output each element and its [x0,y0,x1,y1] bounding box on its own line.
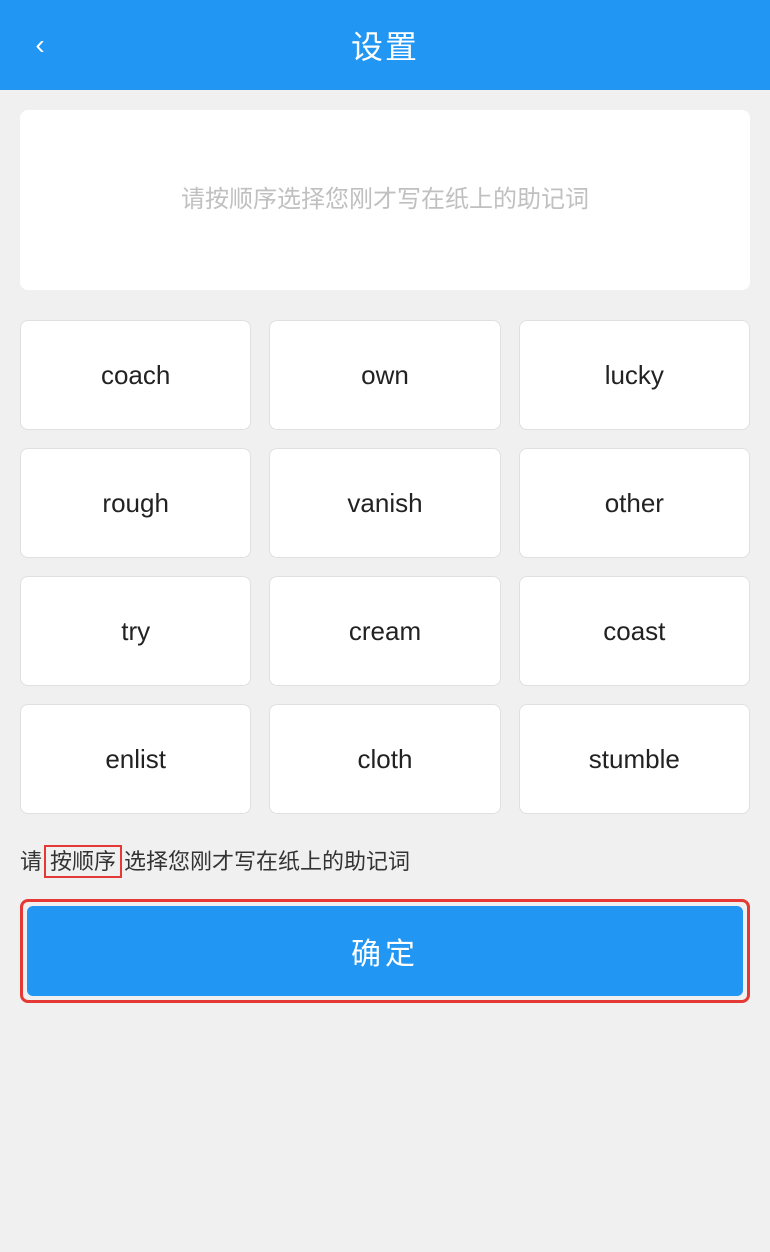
word-btn-own[interactable]: own [269,320,500,430]
back-button[interactable]: ‹ [20,25,60,65]
word-btn-cream[interactable]: cream [269,576,500,686]
instruction-text: 请按顺序选择您刚才写在纸上的助记词 [20,844,750,879]
word-btn-rough[interactable]: rough [20,448,251,558]
mnemonic-input-area: 请按顺序选择您刚才写在纸上的助记词 [20,110,750,290]
instruction-highlight: 按顺序 [44,845,122,878]
input-placeholder: 请按顺序选择您刚才写在纸上的助记词 [181,182,589,218]
confirm-button[interactable]: 确定 [27,906,743,996]
word-btn-vanish[interactable]: vanish [269,448,500,558]
confirm-button-wrapper: 确定 [20,899,750,1003]
back-icon: ‹ [35,29,44,61]
word-grid: coach own lucky rough vanish other try c… [20,320,750,814]
word-btn-lucky[interactable]: lucky [519,320,750,430]
page-title: 设置 [351,22,419,68]
instruction-suffix: 选择您刚才写在纸上的助记词 [124,849,410,874]
header: ‹ 设置 [0,0,770,90]
word-btn-try[interactable]: try [20,576,251,686]
instruction-prefix: 请 [20,849,42,874]
word-btn-enlist[interactable]: enlist [20,704,251,814]
main-content: 请按顺序选择您刚才写在纸上的助记词 coach own lucky rough … [0,90,770,1252]
word-btn-coast[interactable]: coast [519,576,750,686]
word-btn-coach[interactable]: coach [20,320,251,430]
word-btn-stumble[interactable]: stumble [519,704,750,814]
word-btn-other[interactable]: other [519,448,750,558]
word-btn-cloth[interactable]: cloth [269,704,500,814]
